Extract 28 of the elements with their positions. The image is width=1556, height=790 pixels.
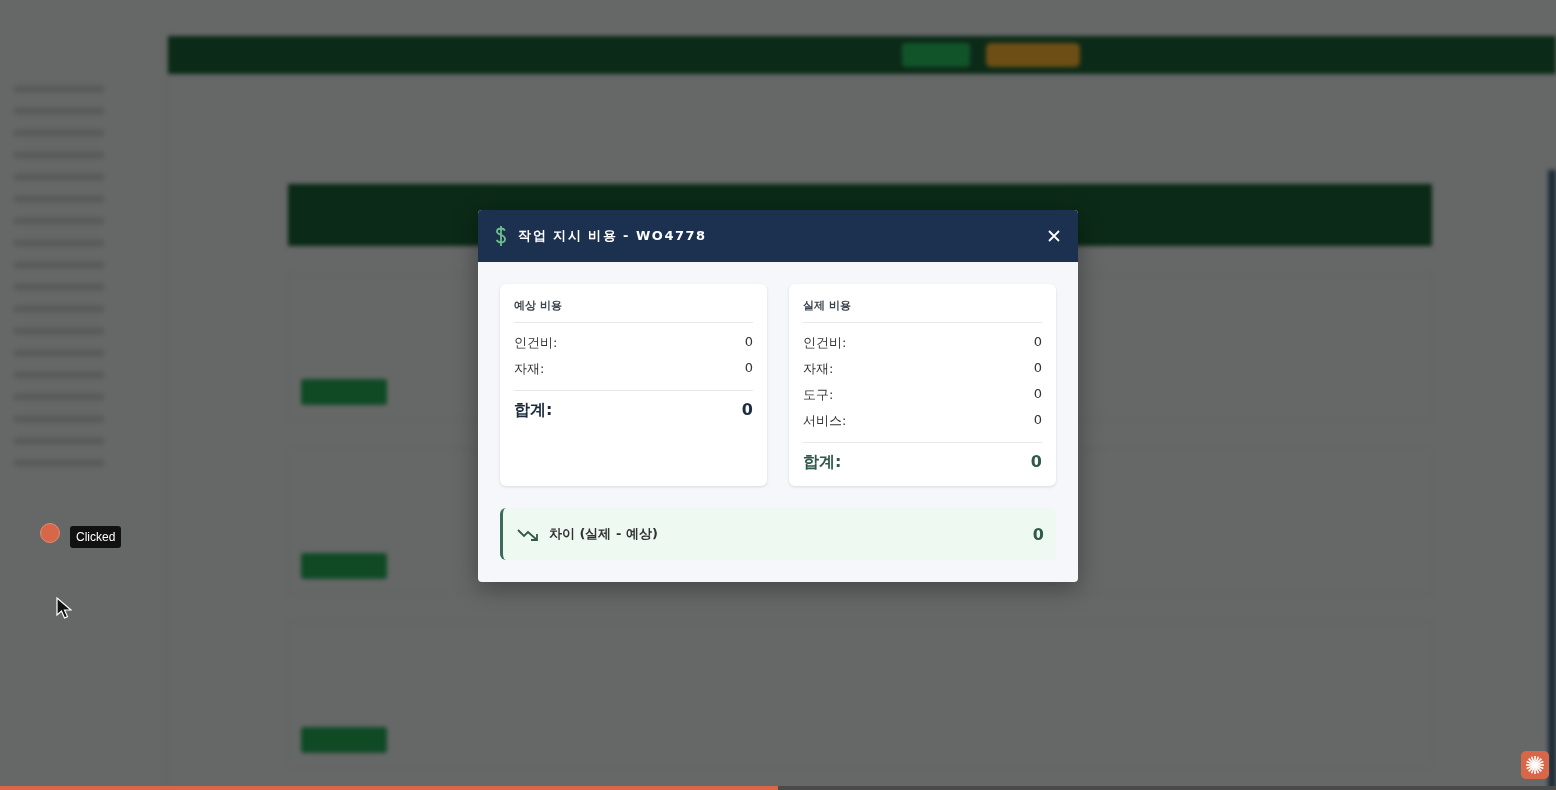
cost-value: 0 <box>1033 386 1042 403</box>
cost-label: 인건비: <box>514 334 558 352</box>
dialog-title: 작업 지시 비용 - WO4778 <box>518 227 708 245</box>
card-title: 실제 비용 <box>803 298 1042 323</box>
cost-value: 0 <box>1033 360 1042 377</box>
dollar-icon <box>494 225 508 247</box>
total-label: 합계: <box>803 452 842 473</box>
cost-value: 0 <box>744 334 753 351</box>
cost-label: 자재: <box>514 360 545 378</box>
cursor-icon <box>56 597 72 619</box>
cost-label: 도구: <box>803 386 834 404</box>
cost-label: 인건비: <box>803 334 847 352</box>
variance-label: 차이 (실제 - 예상) <box>549 525 659 543</box>
variance-value: 0 <box>1032 524 1044 544</box>
trend-down-icon <box>517 527 539 541</box>
click-marker <box>40 523 60 543</box>
close-button[interactable] <box>1046 228 1062 244</box>
cost-label: 자재: <box>803 360 834 378</box>
total-value: 0 <box>741 400 753 421</box>
starburst-icon[interactable] <box>1521 751 1549 779</box>
click-tooltip: Clicked <box>70 526 122 548</box>
cost-value: 0 <box>1033 412 1042 429</box>
card-title: 예상 비용 <box>514 298 753 323</box>
cost-label: 서비스: <box>803 412 847 430</box>
total-value: 0 <box>1030 452 1042 473</box>
cost-value: 0 <box>744 360 753 377</box>
cost-value: 0 <box>1033 334 1042 351</box>
total-label: 합계: <box>514 400 553 421</box>
